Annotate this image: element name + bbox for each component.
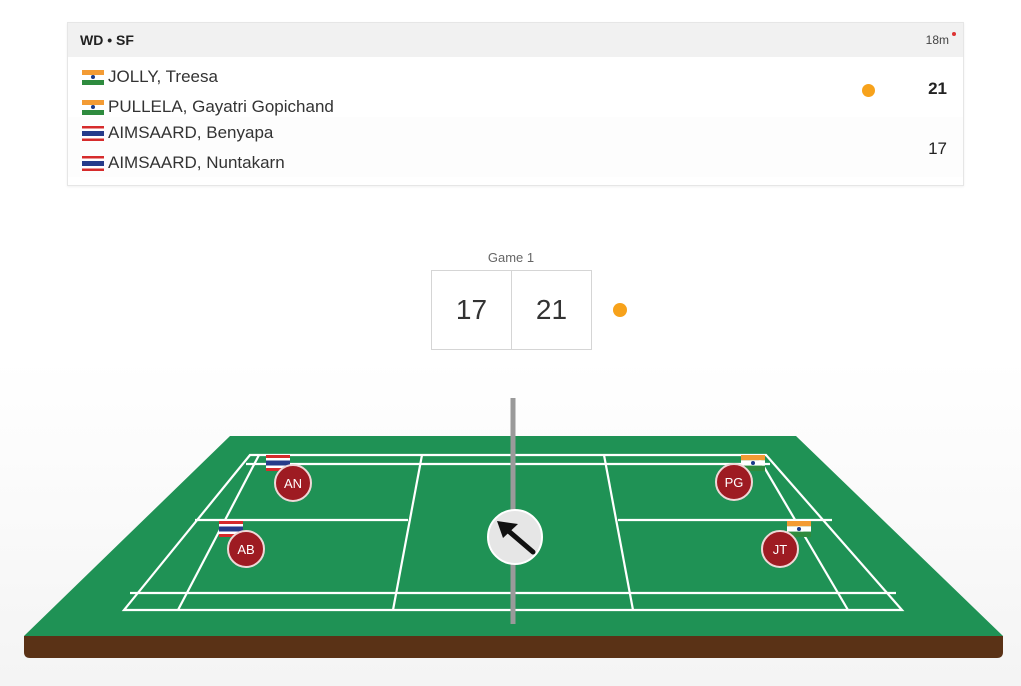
- badminton-court: AN AB PG JT: [24, 398, 1003, 658]
- player-initials: JT: [773, 542, 788, 557]
- page: WD • SF 18m JOLLY, Treesa PULLELA, Gayat…: [0, 0, 1021, 686]
- player-initials: AN: [284, 476, 302, 491]
- player-initials: PG: [725, 475, 744, 490]
- player-initials: AB: [237, 542, 254, 557]
- court-base: [24, 636, 1003, 658]
- shuttle-marker: [487, 509, 543, 565]
